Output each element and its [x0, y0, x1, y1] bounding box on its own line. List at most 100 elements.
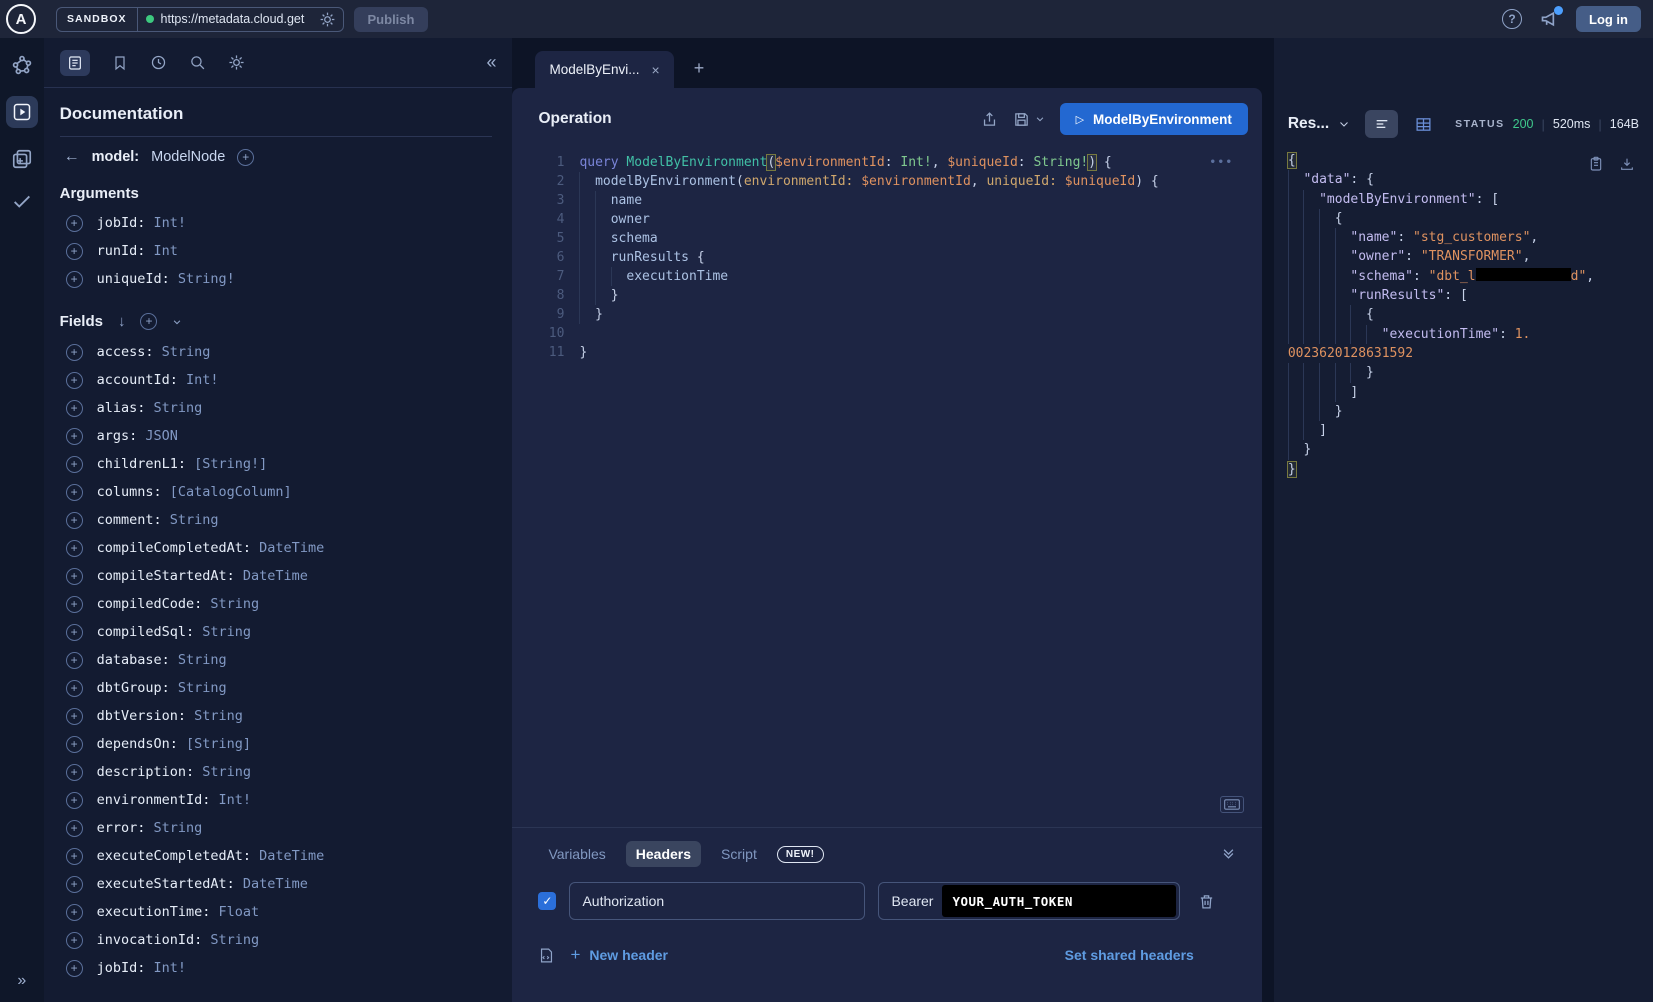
doc-field-row[interactable]: +dbtVersion: String [60, 702, 493, 730]
doc-field-row[interactable]: +runId: Int [60, 237, 493, 265]
add-field-to-query-icon[interactable]: + [66, 764, 83, 781]
doc-field-row[interactable]: +dependsOn: [String] [60, 730, 493, 758]
copy-response-icon[interactable] [1588, 156, 1604, 172]
add-field-to-query-icon[interactable]: + [66, 932, 83, 949]
doc-field-row[interactable]: +childrenL1: [String!] [60, 450, 493, 478]
add-type-icon[interactable]: + [237, 149, 254, 166]
search-icon[interactable] [189, 54, 206, 71]
doc-field-row[interactable]: +comment: String [60, 506, 493, 534]
documentation-tab-icon[interactable] [60, 50, 90, 76]
add-field-to-query-icon[interactable]: + [66, 876, 83, 893]
doc-field-row[interactable]: +accountId: Int! [60, 366, 493, 394]
set-shared-headers-button[interactable]: Set shared headers [1065, 947, 1194, 963]
add-field-to-query-icon[interactable]: + [66, 708, 83, 725]
doc-field-row[interactable]: +alias: String [60, 394, 493, 422]
doc-field-row[interactable]: +compileCompletedAt: DateTime [60, 534, 493, 562]
new-header-button[interactable]: + New header [570, 945, 668, 965]
add-field-to-query-icon[interactable]: + [66, 400, 83, 417]
endpoint-settings-gear-icon[interactable] [320, 12, 335, 27]
doc-field-row[interactable]: +access: String [60, 338, 493, 366]
add-field-to-query-icon[interactable]: + [66, 428, 83, 445]
download-response-icon[interactable] [1619, 156, 1635, 172]
doc-field-row[interactable]: +description: String [60, 758, 493, 786]
save-operation-icon[interactable] [1013, 111, 1030, 128]
add-field-to-query-icon[interactable]: + [66, 512, 83, 529]
expand-rail-icon[interactable]: » [17, 972, 26, 1002]
history-icon[interactable] [150, 54, 167, 71]
doc-field-row[interactable]: +columns: [CatalogColumn] [60, 478, 493, 506]
editor-code[interactable]: query ModelByEnvironment($environmentId:… [579, 153, 1261, 827]
response-json-viewer[interactable]: {"data": {"modelByEnvironment": [{"name"… [1274, 151, 1653, 479]
header-value-input[interactable]: Bearer YOUR_AUTH_TOKEN [878, 882, 1180, 920]
collapse-docs-panel-icon[interactable]: « [486, 52, 496, 73]
delete-header-icon[interactable] [1198, 893, 1215, 910]
add-field-to-query-icon[interactable]: + [66, 484, 83, 501]
add-field-to-query-icon[interactable]: + [66, 372, 83, 389]
explorer-nav-item[interactable] [6, 96, 38, 128]
doc-field-row[interactable]: +compiledSql: String [60, 618, 493, 646]
add-field-to-query-icon[interactable]: + [66, 652, 83, 669]
doc-field-row[interactable]: +jobId: Int! [60, 209, 493, 237]
add-field-to-query-icon[interactable]: + [66, 344, 83, 361]
share-operation-icon[interactable] [981, 111, 998, 128]
operation-tab[interactable]: ModelByEnvi... × [535, 51, 673, 88]
fields-chevron-down-icon[interactable] [172, 317, 182, 327]
add-field-to-query-icon[interactable]: + [66, 848, 83, 865]
run-operation-button[interactable]: ▷ ModelByEnvironment [1060, 103, 1248, 135]
collections-nav-icon[interactable] [11, 148, 33, 170]
checks-nav-icon[interactable] [11, 190, 33, 212]
add-field-to-query-icon[interactable]: + [66, 624, 83, 641]
back-arrow-icon[interactable]: ← [64, 148, 80, 166]
apollo-logo[interactable]: A [6, 4, 36, 34]
doc-field-row[interactable]: +uniqueId: String! [60, 265, 493, 293]
endpoint-url-input[interactable]: https://metadata.cloud.get [138, 8, 343, 31]
tab-variables[interactable]: Variables [538, 841, 615, 867]
doc-field-row[interactable]: +jobId: Int! [60, 954, 493, 982]
add-field-to-query-icon[interactable]: + [66, 736, 83, 753]
login-button[interactable]: Log in [1576, 6, 1641, 32]
raw-view-toggle-icon[interactable] [1365, 110, 1398, 138]
doc-field-row[interactable]: +compiledCode: String [60, 590, 493, 618]
add-field-to-query-icon[interactable]: + [66, 904, 83, 921]
doc-field-row[interactable]: +executeStartedAt: DateTime [60, 870, 493, 898]
doc-field-row[interactable]: +executionTime: Float [60, 898, 493, 926]
keyboard-shortcuts-icon[interactable] [1220, 796, 1244, 813]
header-enabled-checkbox[interactable]: ✓ [538, 892, 556, 910]
header-value-token[interactable]: YOUR_AUTH_TOKEN [942, 885, 1176, 917]
publish-button[interactable]: Publish [354, 7, 429, 32]
schema-graph-icon[interactable] [11, 54, 33, 76]
environment-variables-icon[interactable] [538, 947, 555, 964]
breadcrumb-type[interactable]: ModelNode [151, 149, 225, 165]
doc-field-row[interactable]: +dbtGroup: String [60, 674, 493, 702]
add-field-to-query-icon[interactable]: + [66, 540, 83, 557]
add-field-to-query-icon[interactable]: + [66, 596, 83, 613]
query-editor[interactable]: 1234567891011 query ModelByEnvironment($… [512, 145, 1261, 827]
doc-field-row[interactable]: +compileStartedAt: DateTime [60, 562, 493, 590]
collapse-request-panel-icon[interactable] [1221, 846, 1236, 861]
doc-field-row[interactable]: +args: JSON [60, 422, 493, 450]
doc-field-row[interactable]: +invocationId: String [60, 926, 493, 954]
doc-field-row[interactable]: +database: String [60, 646, 493, 674]
table-view-toggle-icon[interactable] [1415, 116, 1432, 133]
add-field-to-query-icon[interactable]: + [66, 243, 83, 260]
settings-gear-icon[interactable] [228, 54, 245, 71]
tab-headers[interactable]: Headers [626, 841, 701, 867]
doc-field-row[interactable]: +environmentId: Int! [60, 786, 493, 814]
save-options-chevron-icon[interactable] [1035, 114, 1045, 124]
doc-field-row[interactable]: +executeCompletedAt: DateTime [60, 842, 493, 870]
close-tab-icon[interactable]: × [652, 62, 660, 78]
header-name-input[interactable]: Authorization [569, 882, 865, 920]
sort-fields-icon[interactable]: ↓ [118, 313, 126, 330]
add-field-to-query-icon[interactable]: + [66, 568, 83, 585]
add-field-to-query-icon[interactable]: + [66, 456, 83, 473]
add-field-to-query-icon[interactable]: + [66, 215, 83, 232]
tab-script[interactable]: Script [711, 841, 767, 867]
add-field-to-query-icon[interactable]: + [66, 960, 83, 977]
saved-operations-bookmark-icon[interactable] [112, 55, 128, 71]
doc-field-row[interactable]: +error: String [60, 814, 493, 842]
add-all-fields-icon[interactable]: + [140, 313, 157, 330]
response-chevron-down-icon[interactable] [1338, 118, 1350, 130]
add-field-to-query-icon[interactable]: + [66, 820, 83, 837]
announcements-megaphone-icon[interactable] [1540, 9, 1560, 29]
new-tab-icon[interactable]: + [694, 58, 705, 79]
